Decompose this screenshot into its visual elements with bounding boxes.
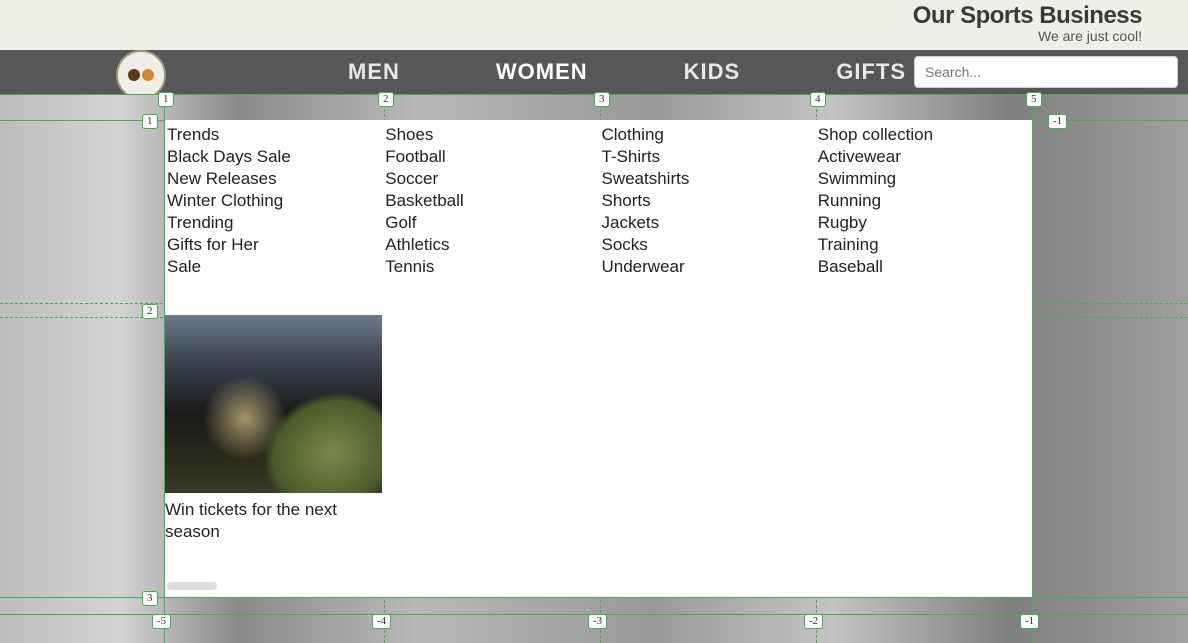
nav-women[interactable]: WOMEN <box>448 59 636 85</box>
grid-row-marker: 2 <box>142 304 158 319</box>
horizontal-scrollbar[interactable] <box>167 582 217 590</box>
mega-link[interactable]: Soccer <box>385 168 599 190</box>
mega-link[interactable]: Gifts for Her <box>167 234 383 256</box>
mega-link[interactable]: Activewear <box>818 146 1032 168</box>
mega-link[interactable]: Training <box>818 234 1032 256</box>
promo-caption: Win tickets for the next season <box>165 499 382 543</box>
grid-col-marker: -1 <box>1020 614 1039 629</box>
mega-col-heading[interactable]: Shop collection <box>818 124 1032 146</box>
mega-link[interactable]: Sale <box>167 256 383 278</box>
search-input[interactable] <box>914 56 1178 88</box>
grid-row-marker: 3 <box>142 591 158 606</box>
grid-col-marker: -4 <box>372 614 391 629</box>
grid-row-marker: -1 <box>1048 114 1067 129</box>
grid-row-marker: 1 <box>142 114 158 129</box>
mega-link[interactable]: Swimming <box>818 168 1032 190</box>
mega-link[interactable]: Baseball <box>818 256 1032 278</box>
mega-col-heading[interactable]: Clothing <box>601 124 815 146</box>
grid-col-marker: 3 <box>594 92 610 107</box>
grid-col-marker: -2 <box>804 614 823 629</box>
mega-link[interactable]: Shorts <box>601 190 815 212</box>
promo-image-stadium <box>165 315 382 493</box>
football-icon <box>128 69 140 81</box>
mega-link[interactable]: Football <box>385 146 599 168</box>
mega-link[interactable]: Running <box>818 190 1032 212</box>
basketball-icon <box>142 69 154 81</box>
mega-link[interactable]: Trending <box>167 212 383 234</box>
mega-link[interactable]: Golf <box>385 212 599 234</box>
mega-link[interactable]: New Releases <box>167 168 383 190</box>
grid-col-marker: -3 <box>588 614 607 629</box>
mega-link[interactable]: Rugby <box>818 212 1032 234</box>
mega-link[interactable]: T-Shirts <box>601 146 815 168</box>
nav-men[interactable]: MEN <box>300 59 448 85</box>
mega-link[interactable]: Tennis <box>385 256 599 278</box>
main-nav: MEN WOMEN KIDS GIFTS <box>0 50 1188 94</box>
grid-col-marker: 5 <box>1026 92 1042 107</box>
mega-col-heading[interactable]: Trends <box>167 124 383 146</box>
grid-col-marker: -5 <box>152 614 171 629</box>
mega-link[interactable]: Winter Clothing <box>167 190 383 212</box>
mega-link[interactable]: Black Days Sale <box>167 146 383 168</box>
mega-link[interactable]: Sweatshirts <box>601 168 815 190</box>
mega-menu-panel: Trends Black Days Sale New Releases Wint… <box>165 120 1032 597</box>
mega-link[interactable]: Athletics <box>385 234 599 256</box>
grid-col-marker: 4 <box>810 92 826 107</box>
brand-block: Our Sports Business We are just cool! <box>913 2 1142 44</box>
mega-promo[interactable]: Win tickets for the next season <box>165 315 382 543</box>
mega-link[interactable]: Underwear <box>601 256 815 278</box>
mega-link[interactable]: Jackets <box>601 212 815 234</box>
mega-col-heading[interactable]: Shoes <box>385 124 599 146</box>
brand-name: Our Sports Business <box>913 2 1142 30</box>
mega-link[interactable]: Socks <box>601 234 815 256</box>
brand-tagline: We are just cool! <box>913 28 1142 44</box>
mega-link[interactable]: Basketball <box>385 190 599 212</box>
nav-kids[interactable]: KIDS <box>636 59 789 85</box>
grid-col-marker: 1 <box>158 92 174 107</box>
grid-col-marker: 2 <box>378 92 394 107</box>
